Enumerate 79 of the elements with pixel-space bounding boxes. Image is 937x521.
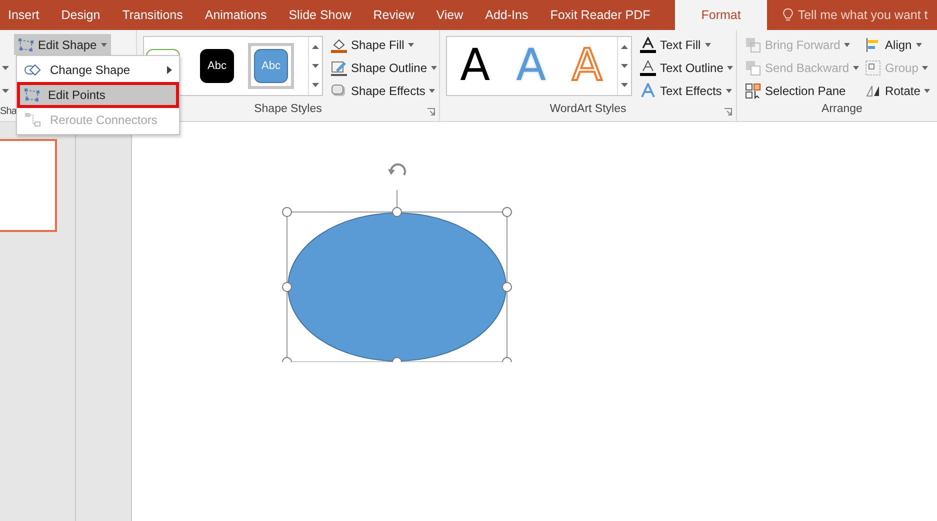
wordart-style[interactable]: A	[503, 44, 559, 88]
ribbon-tab[interactable]: View	[436, 0, 464, 30]
shape-effects-icon	[330, 82, 347, 98]
caret-icon	[924, 88, 930, 92]
resize-handle[interactable]	[392, 207, 402, 217]
slide-thumbnail[interactable]	[0, 139, 57, 232]
menu-item[interactable]: Change Shape	[18, 58, 178, 82]
group-label: Arrange	[822, 103, 862, 117]
selection-pane-icon	[745, 82, 761, 98]
ribbon-tab[interactable]: Add-Ins	[485, 0, 528, 30]
caret-icon	[431, 66, 437, 70]
shape-style-swatch[interactable]: Abc	[248, 43, 294, 89]
lightbulb-icon	[782, 8, 793, 22]
shape-format-button[interactable]: Shape Effects	[328, 80, 439, 101]
rotate-handle-icon[interactable]	[388, 163, 406, 176]
edit-shape-button[interactable]: Edit Shape	[14, 34, 111, 55]
text-outline-icon	[640, 60, 656, 76]
ribbon-tab[interactable]: Review	[373, 0, 414, 30]
resize-handle[interactable]	[502, 207, 512, 217]
menu-item[interactable]: Edit Points	[18, 83, 178, 107]
edit-points-icon	[18, 38, 34, 52]
caret-icon	[916, 42, 922, 46]
bring-forward-icon	[745, 36, 761, 52]
caret-icon	[429, 88, 436, 92]
submenu-arrow-icon	[167, 66, 172, 74]
caret-icon	[621, 64, 628, 68]
send-backward-icon	[745, 60, 761, 76]
caret-icon	[312, 83, 319, 88]
arrange-button[interactable]: Rotate	[863, 80, 932, 101]
caret-icon	[2, 66, 9, 70]
caret-icon	[312, 64, 319, 68]
paint-bucket-icon	[330, 36, 347, 52]
arrange-button[interactable]: Align	[863, 34, 932, 55]
caret-icon	[726, 88, 732, 92]
text-effects-icon	[640, 82, 656, 98]
text-format-button[interactable]: Text Fill	[638, 34, 736, 55]
caret-icon	[704, 42, 711, 46]
ribbon-tab[interactable]: Slide Show	[288, 0, 352, 30]
caret-icon	[408, 42, 414, 46]
text-format-button[interactable]: Text Effects	[638, 80, 736, 101]
resize-handle[interactable]	[282, 207, 292, 217]
caret-icon	[2, 88, 9, 92]
edit-points-icon	[24, 88, 40, 102]
caret-icon	[621, 44, 628, 49]
caret-icon	[312, 44, 319, 49]
caret-icon	[621, 83, 628, 88]
group-icon	[865, 60, 882, 76]
caret-icon	[100, 42, 107, 46]
wordart-style[interactable]: A	[559, 44, 615, 88]
caret-icon	[922, 66, 928, 70]
resize-handle[interactable]	[502, 282, 512, 292]
text-format-button[interactable]: Text Outline	[638, 57, 736, 78]
shape-format-button[interactable]: Shape Outline	[328, 57, 439, 78]
dialog-launcher-icon[interactable]	[724, 108, 732, 116]
connector-icon	[24, 112, 42, 128]
group-label: WordArt Styles	[550, 103, 626, 117]
ribbon-tab[interactable]: Design	[61, 0, 100, 30]
arrange-button[interactable]: Selection Pane	[743, 80, 862, 101]
text-fill-icon	[640, 36, 656, 52]
group-label: Shape Styles	[254, 103, 322, 117]
resize-handle[interactable]	[502, 357, 512, 362]
wordart-style[interactable]: A	[447, 44, 503, 88]
ribbon-tab[interactable]: Animations	[204, 0, 267, 30]
group-label: Sha	[0, 106, 17, 117]
caret-icon	[727, 66, 734, 70]
ribbon-tab[interactable]: Insert	[8, 0, 40, 30]
shape-format-button[interactable]: Shape Fill	[328, 34, 439, 55]
change-shape-icon	[24, 62, 42, 78]
pencil-icon	[330, 60, 347, 76]
tell-me-field[interactable]: Tell me what you want t	[798, 8, 928, 22]
resize-handle[interactable]	[282, 282, 292, 292]
resize-handle[interactable]	[282, 357, 292, 362]
resize-handle[interactable]	[392, 357, 402, 362]
dialog-launcher-icon[interactable]	[427, 108, 435, 116]
caret-icon	[844, 42, 850, 46]
ribbon-tab[interactable]: Format	[675, 0, 767, 30]
ribbon-tab[interactable]: Transitions	[122, 0, 183, 30]
ribbon-tab[interactable]: Foxit Reader PDF	[550, 0, 650, 30]
caret-icon	[853, 66, 860, 70]
